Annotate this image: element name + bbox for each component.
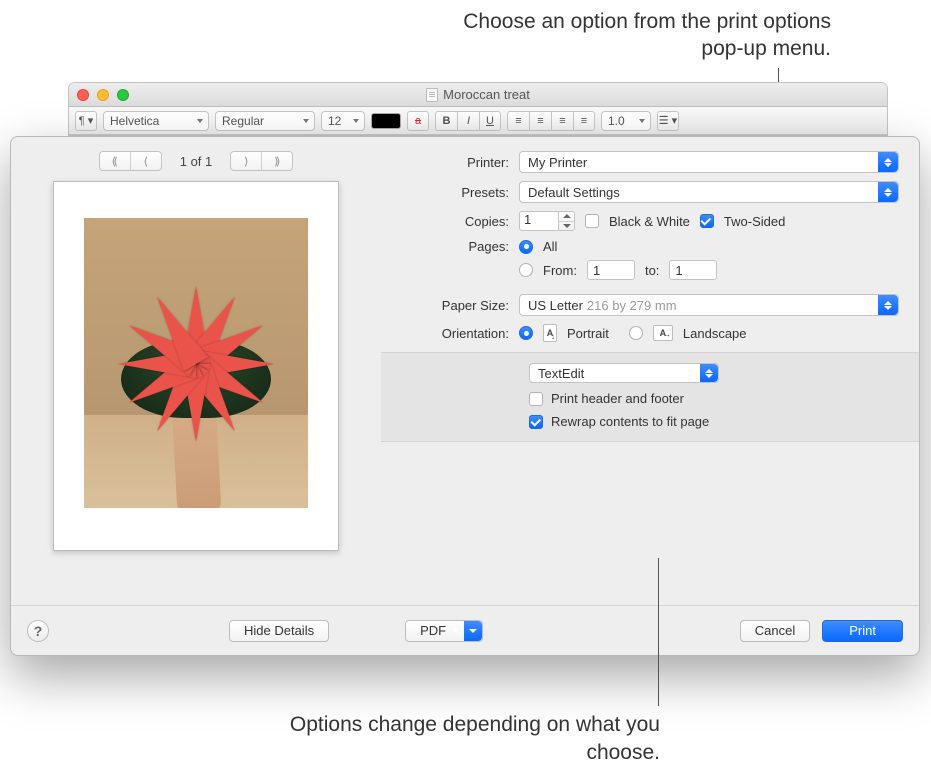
presets-label: Presets: — [391, 185, 519, 200]
presets-popup[interactable]: Default Settings — [519, 181, 899, 203]
printer-label: Printer: — [391, 155, 519, 170]
printer-popup[interactable]: My Printer — [519, 151, 899, 173]
close-window-button[interactable] — [77, 89, 89, 101]
page-forward-segment[interactable]: ⟩ ⟫ — [230, 151, 293, 171]
print-options-value: TextEdit — [538, 366, 584, 381]
paper-size-dimensions: 216 by 279 mm — [587, 298, 677, 313]
pages-label: Pages: — [391, 239, 519, 254]
pdf-menu-label: PDF — [420, 623, 446, 638]
pages-to-field[interactable]: 1 — [669, 260, 717, 280]
orientation-portrait-label: Portrait — [567, 326, 609, 341]
font-size-select[interactable]: 12 — [321, 111, 365, 131]
pages-all-radio[interactable] — [519, 240, 533, 254]
printer-value: My Printer — [528, 155, 587, 170]
document-icon — [426, 88, 438, 102]
next-page-button[interactable]: ⟩ — [231, 152, 261, 170]
minimize-window-button[interactable] — [97, 89, 109, 101]
black-white-checkbox[interactable] — [585, 214, 599, 228]
popup-arrows-icon — [700, 364, 718, 382]
pages-range-radio[interactable] — [519, 263, 533, 277]
align-right-button[interactable]: ≡ — [551, 111, 573, 131]
print-button[interactable]: Print — [822, 620, 903, 642]
print-header-footer-checkbox[interactable] — [529, 392, 543, 406]
list-style-button[interactable]: ☰ ▾ — [657, 111, 679, 131]
line-spacing-select[interactable]: 1.0 — [601, 111, 651, 131]
prev-page-button[interactable]: ⟨ — [131, 152, 161, 170]
pages-from-label: From: — [543, 263, 577, 278]
last-page-button[interactable]: ⟫ — [262, 152, 292, 170]
paragraph-styles-button[interactable]: ¶ ▾ — [75, 111, 97, 131]
popup-arrows-icon — [878, 295, 898, 315]
align-center-button[interactable]: ≡ — [529, 111, 551, 131]
pages-all-label: All — [543, 239, 557, 254]
orientation-label: Orientation: — [391, 326, 519, 341]
align-justify-button[interactable]: ≡ — [573, 111, 595, 131]
paper-size-label: Paper Size: — [391, 298, 519, 313]
copies-label: Copies: — [391, 214, 519, 229]
hide-details-button[interactable]: Hide Details — [229, 620, 329, 642]
underline-button[interactable]: U — [479, 111, 501, 131]
bold-button[interactable]: B — [435, 111, 457, 131]
dialog-footer: ? Hide Details PDF Cancel Print — [11, 605, 919, 655]
callout-leader-line-bottom — [658, 558, 659, 706]
landscape-icon — [653, 325, 673, 341]
pages-from-field[interactable]: 1 — [587, 260, 635, 280]
format-toolbar: ¶ ▾ Helvetica Regular 12 a B I U ≡ ≡ ≡ ≡… — [69, 107, 887, 135]
preview-photo — [84, 218, 308, 508]
italic-button[interactable]: I — [457, 111, 479, 131]
app-options-section: TextEdit Print header and footer Rewrap … — [381, 352, 919, 442]
highlight-color-button[interactable]: a — [407, 111, 429, 131]
copies-stepper[interactable] — [559, 211, 575, 231]
presets-value: Default Settings — [528, 185, 620, 200]
print-dialog: ⟪ ⟨ 1 of 1 ⟩ ⟫ — [10, 136, 920, 656]
help-button[interactable]: ? — [27, 620, 49, 642]
two-sided-label: Two-Sided — [724, 214, 785, 229]
font-style-select[interactable]: Regular — [215, 111, 315, 131]
page-preview — [53, 181, 339, 551]
black-white-label: Black & White — [609, 214, 690, 229]
rewrap-contents-checkbox[interactable] — [529, 415, 543, 429]
page-indicator: 1 of 1 — [180, 154, 213, 169]
print-options-popup[interactable]: TextEdit — [529, 363, 719, 383]
popup-arrows-icon — [878, 182, 898, 202]
rewrap-contents-label: Rewrap contents to fit page — [551, 414, 709, 429]
two-sided-checkbox[interactable] — [700, 214, 714, 228]
orientation-portrait-radio[interactable] — [519, 326, 533, 340]
zoom-window-button[interactable] — [117, 89, 129, 101]
paper-size-value: US Letter — [528, 298, 583, 313]
print-options-form: Printer: My Printer Presets: Default Set… — [381, 137, 919, 605]
print-preview-pane: ⟪ ⟨ 1 of 1 ⟩ ⟫ — [11, 137, 381, 605]
print-header-footer-label: Print header and footer — [551, 391, 684, 406]
document-window: Moroccan treat ¶ ▾ Helvetica Regular 12 … — [68, 82, 888, 136]
portrait-icon — [543, 324, 557, 342]
popup-arrows-icon — [878, 152, 898, 172]
font-family-select[interactable]: Helvetica — [103, 111, 209, 131]
text-color-swatch[interactable] — [371, 113, 401, 129]
copies-field[interactable]: 1 — [519, 211, 559, 231]
cancel-button[interactable]: Cancel — [740, 620, 810, 642]
window-titlebar: Moroccan treat — [69, 83, 887, 107]
pdf-menu-button[interactable]: PDF — [405, 620, 483, 642]
page-back-segment[interactable]: ⟪ ⟨ — [99, 151, 162, 171]
pages-to-label: to: — [645, 263, 659, 278]
callout-top-text: Choose an option from the print options … — [420, 8, 831, 63]
orientation-landscape-radio[interactable] — [629, 326, 643, 340]
window-title: Moroccan treat — [443, 87, 530, 102]
callout-bottom-text: Options change depending on what you cho… — [260, 711, 660, 766]
menu-arrow-icon — [464, 621, 482, 641]
align-left-button[interactable]: ≡ — [507, 111, 529, 131]
orientation-landscape-label: Landscape — [683, 326, 747, 341]
first-page-button[interactable]: ⟪ — [100, 152, 130, 170]
paper-size-popup[interactable]: US Letter 216 by 279 mm — [519, 294, 899, 316]
